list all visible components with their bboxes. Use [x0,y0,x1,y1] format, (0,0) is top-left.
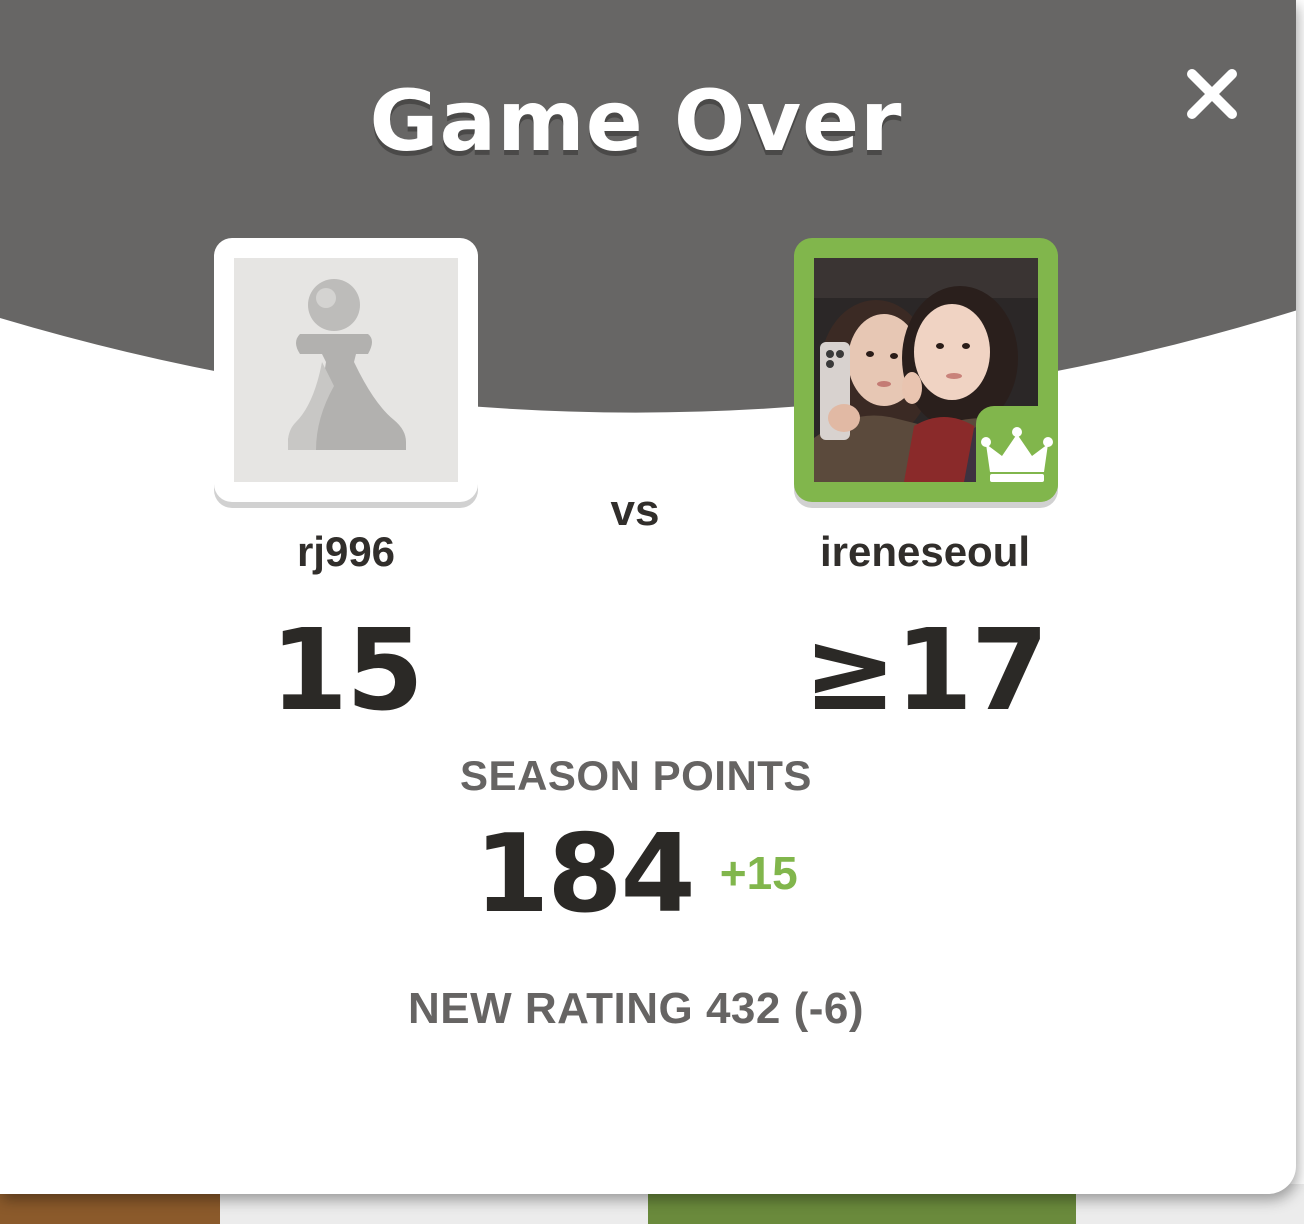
season-points-label: SEASON POINTS [460,752,812,799]
season-points-row: 184 +15 [0,812,1272,937]
game-over-modal: Game Over vs rj996 ireneseoul 15 ≥17 SEA… [0,0,1296,1194]
close-icon [1187,69,1237,119]
modal-title: Game Over [369,72,903,170]
season-points-delta: +15 [719,846,798,899]
versus-label: vs [610,486,660,535]
avatar-placeholder [234,258,458,482]
player-score-left: 15 [270,606,424,736]
pawn-icon [288,279,406,450]
player-avatar-left[interactable] [214,238,478,502]
close-button[interactable] [1178,60,1246,128]
header-background [0,0,1296,413]
season-points-value: 184 [474,812,695,937]
new-rating-text: NEW RATING 432 (-6) [407,984,865,1033]
player-username-right[interactable]: ireneseoul [770,528,1080,576]
game-over-screen: Game Over vs rj996 ireneseoul 15 ≥17 SEA… [0,0,1304,1224]
crown-icon [981,427,1053,482]
player-score-right: ≥17 [803,606,1049,736]
winner-badge [976,406,1058,502]
player-avatar-right[interactable] [794,238,1058,502]
player-username-left[interactable]: rj996 [196,528,496,576]
